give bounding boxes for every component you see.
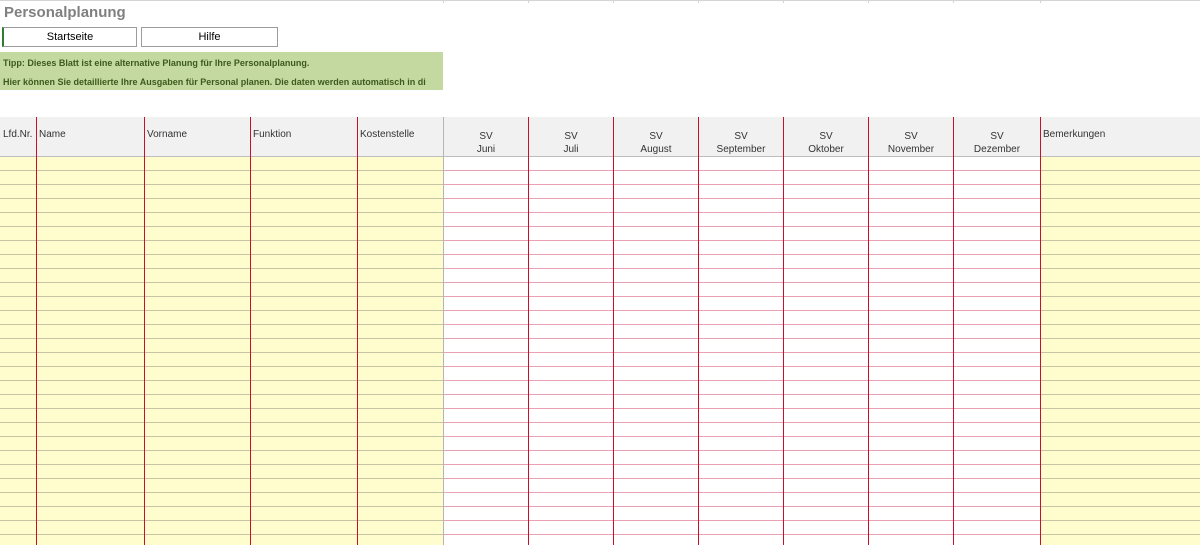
sv-label: SV: [904, 131, 918, 142]
column-divider: [528, 117, 529, 545]
top-grid-tick: [528, 0, 529, 3]
top-grid-tick: [613, 0, 614, 3]
month-label: Oktober: [808, 144, 844, 155]
header-sv-september: SV September: [699, 117, 783, 157]
tip-box: Tipp: Dieses Blatt ist eine alternative …: [0, 52, 443, 90]
tip-detail-text: Hier können Sie detaillierte Ihre Ausgab…: [3, 77, 426, 87]
sv-label: SV: [819, 131, 833, 142]
month-label: September: [716, 144, 766, 155]
sv-label: SV: [564, 131, 578, 142]
header-sv-juli: SV Juli: [529, 117, 613, 157]
sv-label: SV: [990, 131, 1004, 142]
month-label: Dezember: [973, 144, 1021, 155]
sv-label: SV: [479, 131, 493, 142]
hilfe-button[interactable]: Hilfe: [141, 27, 278, 47]
header-sv-august: SV August: [614, 117, 698, 157]
column-divider: [357, 117, 358, 545]
column-divider: [250, 117, 251, 545]
month-label: Juli: [563, 144, 579, 155]
header-sv-dezember: SV Dezember: [954, 117, 1040, 157]
top-grid-tick: [868, 0, 869, 3]
month-label: August: [640, 144, 672, 155]
month-label: November: [887, 144, 935, 155]
column-divider: [36, 117, 37, 545]
column-divider: [613, 117, 614, 545]
employee-data-grid[interactable]: [0, 157, 443, 545]
column-divider: [443, 117, 444, 545]
top-grid-tick: [953, 0, 954, 3]
header-lfd-nr: Lfd.Nr.: [3, 129, 33, 140]
column-divider: [868, 117, 869, 545]
top-border: [0, 0, 1200, 1]
sheet-title: Personalplanung: [4, 4, 126, 21]
column-divider: [144, 117, 145, 545]
sv-label: SV: [734, 131, 748, 142]
sv-monthly-grid[interactable]: [444, 157, 1040, 545]
header-bemerkungen: Bemerkungen: [1043, 129, 1106, 140]
column-divider: [698, 117, 699, 545]
header-sv-november: SV November: [869, 117, 953, 157]
column-divider: [783, 117, 784, 545]
startseite-button[interactable]: Startseite: [2, 27, 137, 47]
top-grid-tick: [1040, 0, 1041, 3]
tip-text: Tipp: Dieses Blatt ist eine alternative …: [3, 58, 310, 68]
column-divider: [953, 117, 954, 545]
top-grid-tick: [698, 0, 699, 3]
header-name: Name: [39, 129, 66, 140]
sv-label: SV: [649, 131, 663, 142]
month-label: Juni: [476, 144, 496, 155]
header-funktion: Funktion: [253, 129, 292, 140]
top-grid-tick: [443, 0, 444, 3]
header-sv-juni: SV Juni: [444, 117, 528, 157]
header-vorname: Vorname: [147, 129, 188, 140]
header-sv-oktober: SV Oktober: [784, 117, 868, 157]
header-kostenstelle: Kostenstelle: [360, 129, 415, 140]
column-divider: [1040, 117, 1041, 545]
top-grid-tick: [783, 0, 784, 3]
remarks-grid[interactable]: [1041, 157, 1200, 545]
